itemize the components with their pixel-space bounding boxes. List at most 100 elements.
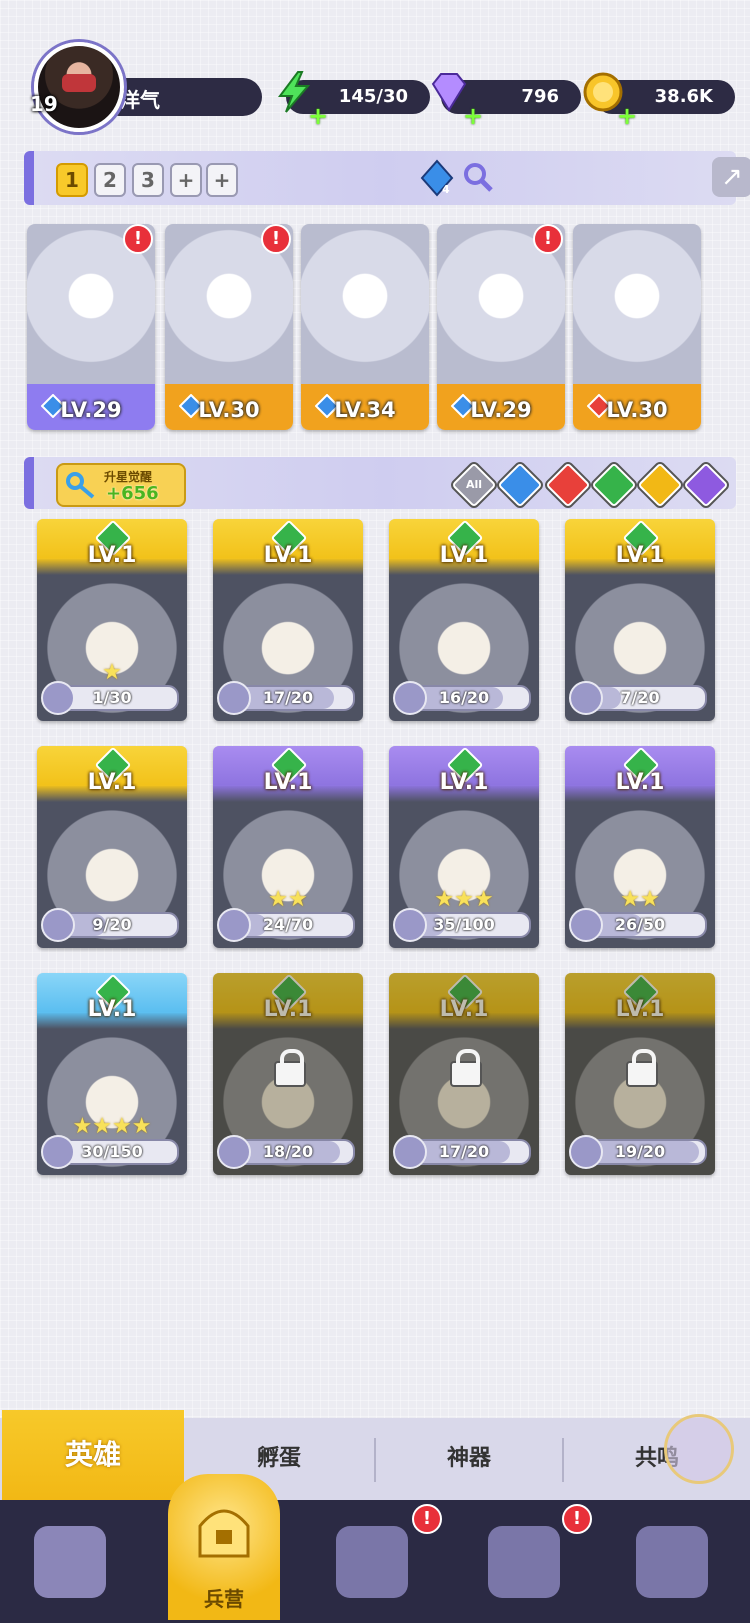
tab-heroes[interactable]: 英雄 xyxy=(2,1410,184,1500)
castle-icon[interactable] xyxy=(488,1526,560,1598)
team-hero-card[interactable]: LV.29! xyxy=(27,224,155,430)
share-button[interactable]: ↗ xyxy=(712,157,750,197)
shard-progress-text: 26/50 xyxy=(614,915,666,934)
coins-value: 38.6K xyxy=(654,86,713,107)
hero-card[interactable]: LV.1 ★★★★ 30/150 xyxy=(37,973,187,1175)
hero-card[interactable]: LV.1 17/20 xyxy=(213,519,363,721)
element-filter-icon[interactable] xyxy=(497,462,543,508)
shard-progress-text: 35/100 xyxy=(433,915,495,934)
team-hero-level: LV.30 xyxy=(606,398,668,422)
hero-card[interactable]: LV.1 ★ 1/30 xyxy=(37,519,187,721)
awaken-button[interactable]: 升星觉醒 +656 xyxy=(56,463,186,507)
shard-progress-text: 18/20 xyxy=(262,1142,314,1161)
shard-progress-bar: 18/20 xyxy=(217,1135,355,1169)
shard-progress-bar: 35/100 xyxy=(393,908,531,942)
hero-card[interactable]: LV.1 16/20 xyxy=(389,519,539,721)
lock-icon xyxy=(274,1049,306,1087)
filter-label: All xyxy=(465,478,483,491)
gems-value: 796 xyxy=(521,86,559,107)
shard-progress-bar: 24/70 xyxy=(217,908,355,942)
map-icon[interactable] xyxy=(336,1526,408,1598)
shard-progress-text: 16/20 xyxy=(438,688,490,707)
team-tab-add[interactable]: + xyxy=(170,163,202,197)
alert-icon: ! xyxy=(123,224,153,254)
shard-progress-text: 30/150 xyxy=(81,1142,143,1161)
coin-counter[interactable]: + 38.6K xyxy=(583,72,735,130)
shard-progress-text: 19/20 xyxy=(614,1142,666,1161)
shard-progress-bar: 30/150 xyxy=(41,1135,179,1169)
nav-barracks-label: 兵营 xyxy=(204,1587,244,1611)
shard-progress-bar: 19/20 xyxy=(569,1135,707,1169)
shard-progress-bar: 26/50 xyxy=(569,908,707,942)
team-hero-card[interactable]: LV.30 xyxy=(573,224,701,430)
hero-level: LV.1 xyxy=(439,770,489,795)
team-hero-level: LV.29 xyxy=(470,398,532,422)
hero-card[interactable]: LV.1 ★★ 26/50 xyxy=(565,746,715,948)
hero-card[interactable]: LV.1 9/20 xyxy=(37,746,187,948)
magnifier-icon[interactable] xyxy=(462,161,494,193)
shard-progress-text: 24/70 xyxy=(262,915,314,934)
team-tab-1[interactable]: 1 xyxy=(56,163,88,197)
energy-counter[interactable]: + 145/30 xyxy=(278,71,430,130)
hero-level: LV.1 xyxy=(615,770,665,795)
shard-progress-bar: 16/20 xyxy=(393,681,531,715)
shard-progress-bar: 7/20 xyxy=(569,681,707,715)
tab-artifacts[interactable]: 神器 xyxy=(376,1418,562,1500)
hero-level: LV.1 xyxy=(263,770,313,795)
hero-level: LV.1 xyxy=(87,543,137,568)
castle-alert-icon: ! xyxy=(562,1504,592,1534)
team-hero-card[interactable]: LV.30! xyxy=(165,224,293,430)
player-name: 洋气 xyxy=(120,88,160,112)
add-coins-icon[interactable]: + xyxy=(617,102,637,130)
mushroom-icon[interactable] xyxy=(636,1526,708,1598)
hero-filter-bar: 升星觉醒 +656 All xyxy=(24,457,736,509)
avatar-mask xyxy=(62,74,96,92)
hero-card[interactable]: LV.1 18/20 xyxy=(213,973,363,1175)
hero-level: LV.1 xyxy=(87,997,137,1022)
team-hero-level: LV.29 xyxy=(60,398,122,422)
shard-progress-bar: 17/20 xyxy=(393,1135,531,1169)
team-hero-card[interactable]: LV.29! xyxy=(437,224,565,430)
hero-card[interactable]: LV.1 7/20 xyxy=(565,519,715,721)
shard-progress-text: 9/20 xyxy=(92,915,132,934)
shard-progress-bar: 1/30 xyxy=(41,681,179,715)
hero-card[interactable]: LV.1 17/20 xyxy=(389,973,539,1175)
shard-progress-text: 17/20 xyxy=(262,688,314,707)
shard-progress-text: 17/20 xyxy=(438,1142,490,1161)
element-filter-icon[interactable] xyxy=(683,462,729,508)
helmet-icon xyxy=(198,1509,250,1558)
add-energy-icon[interactable]: + xyxy=(308,102,328,130)
hero-card[interactable]: LV.1 ★★★ 35/100 xyxy=(389,746,539,948)
hero-portrait xyxy=(301,224,429,384)
hero-level: LV.1 xyxy=(439,543,489,568)
shard-progress-text: 1/30 xyxy=(92,688,132,707)
shard-progress-bar: 17/20 xyxy=(217,681,355,715)
hero-card[interactable]: LV.1 19/20 xyxy=(565,973,715,1175)
player-name-bar[interactable]: 洋气 xyxy=(100,78,262,116)
hero-card[interactable]: LV.1 ★★ 24/70 xyxy=(213,746,363,948)
cards-icon[interactable] xyxy=(34,1526,106,1598)
element-filter-icon[interactable] xyxy=(637,462,683,508)
team-tab-2[interactable]: 2 xyxy=(94,163,126,197)
sparkle-float-button[interactable] xyxy=(664,1414,734,1484)
water-element-icon: 4 xyxy=(420,159,454,197)
gem-counter[interactable]: + 796 xyxy=(431,73,581,130)
hero-level: LV.1 xyxy=(615,543,665,568)
team-tab-add-2[interactable]: + xyxy=(206,163,238,197)
nav-barracks[interactable]: 兵营 xyxy=(168,1474,280,1620)
filter-all[interactable]: All xyxy=(451,462,497,508)
map-alert-icon: ! xyxy=(412,1504,442,1534)
player-level: 19 xyxy=(30,92,58,116)
add-gems-icon[interactable]: + xyxy=(463,102,483,130)
team-tab-3[interactable]: 3 xyxy=(132,163,164,197)
element-filter-icon[interactable] xyxy=(591,462,637,508)
alert-icon: ! xyxy=(533,224,563,254)
team-hero-level: LV.34 xyxy=(334,398,396,422)
hero-level: LV.1 xyxy=(87,770,137,795)
shard-progress-bar: 9/20 xyxy=(41,908,179,942)
element-filter-icon[interactable] xyxy=(545,462,591,508)
team-hero-card[interactable]: LV.34 xyxy=(301,224,429,430)
player-avatar[interactable] xyxy=(34,42,124,132)
bottom-nav: ! ! xyxy=(0,1500,750,1623)
key-icon xyxy=(66,472,95,499)
